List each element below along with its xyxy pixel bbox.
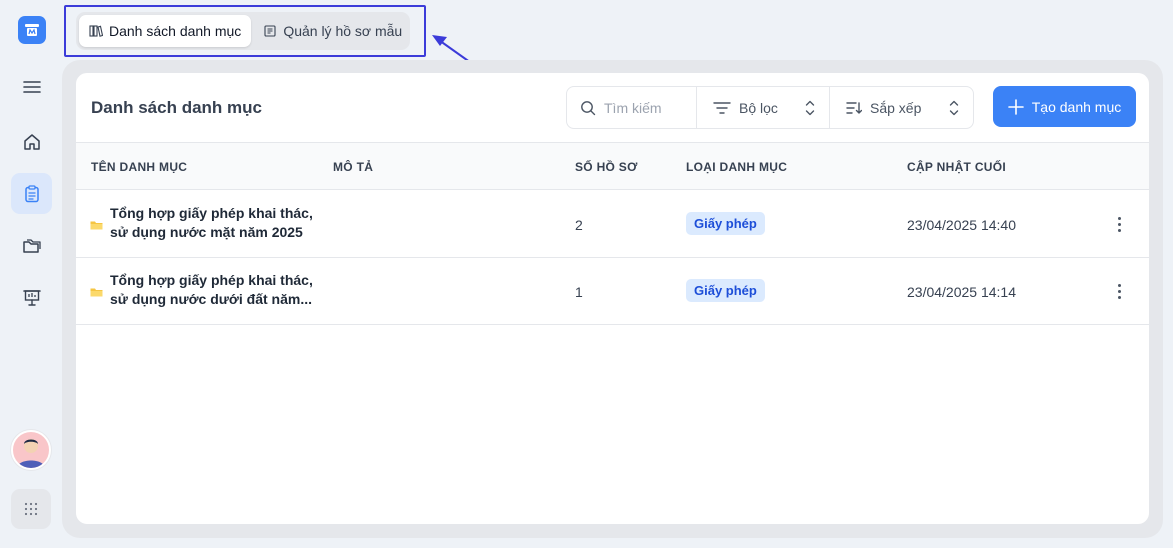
last-updated: 23/04/2025 14:14 [907, 284, 1016, 300]
table-row[interactable]: Tổng hợp giấy phép khai thác, sử dụng nư… [76, 258, 1149, 325]
category-panel: Danh sách danh mục Bộ lọc Sắp xếp [75, 72, 1150, 525]
sort-icon [846, 101, 862, 114]
apps-grid-button[interactable] [11, 489, 51, 529]
tab-bar: Danh sách danh mục Quản lý hồ sơ mẫu [76, 12, 410, 50]
plus-icon [1007, 98, 1024, 115]
tab-category-list[interactable]: Danh sách danh mục [79, 15, 252, 47]
row-more-button[interactable] [1112, 213, 1126, 235]
home-icon [23, 133, 40, 150]
sidebar-item-catalog[interactable] [11, 173, 52, 214]
left-sidebar [0, 0, 62, 548]
file-count: 1 [575, 284, 583, 300]
search-box[interactable] [567, 87, 697, 128]
folder-icon [90, 288, 103, 297]
sort-label: Sắp xếp [870, 99, 922, 116]
clipboard-icon [24, 184, 39, 202]
table-header: TÊN DANH MỤC MÔ TẢ SỐ HỒ SƠ LOẠI DANH MỤ… [76, 142, 1149, 190]
tab-label: Quản lý hồ sơ mẫu [283, 23, 403, 39]
app-logo[interactable] [18, 16, 46, 44]
tab-switcher-highlight: Danh sách danh mục Quản lý hồ sơ mẫu [64, 5, 426, 57]
page-title: Danh sách danh mục [91, 98, 262, 117]
column-header-name[interactable]: TÊN DANH MỤC [91, 160, 187, 174]
file-count: 2 [575, 217, 583, 233]
category-name: Tổng hợp giấy phép khai thác, sử dụng nư… [110, 205, 313, 240]
column-header-updated[interactable]: CẬP NHẬT CUỐI [907, 160, 1006, 174]
category-type-badge: Giấy phép [686, 279, 765, 302]
row-more-button[interactable] [1112, 280, 1126, 302]
sort-button[interactable]: Sắp xếp [830, 87, 973, 128]
table-row[interactable]: Tổng hợp giấy phép khai thác, sử dụng nư… [76, 191, 1149, 258]
sidebar-item-home[interactable] [11, 121, 52, 162]
column-header-count[interactable]: SỐ HỒ SƠ [575, 160, 638, 174]
search-icon [581, 100, 596, 115]
grid-dots-icon [24, 502, 38, 516]
logo-icon [25, 24, 39, 36]
category-type-badge: Giấy phép [686, 212, 765, 235]
filter-label: Bộ lọc [739, 99, 778, 116]
column-header-description[interactable]: MÔ TẢ [333, 160, 373, 174]
folders-icon [22, 238, 41, 253]
filter-button[interactable]: Bộ lọc [697, 87, 830, 128]
presentation-icon [22, 289, 41, 306]
last-updated: 23/04/2025 14:40 [907, 217, 1016, 233]
books-icon [89, 25, 103, 37]
chevron-up-down-icon [805, 100, 815, 116]
tab-template-management[interactable]: Quản lý hồ sơ mẫu [253, 15, 412, 47]
column-header-type[interactable]: LOẠI DANH MỤC [686, 160, 787, 174]
chevron-up-down-icon [949, 100, 959, 116]
search-input[interactable] [604, 99, 694, 116]
create-category-button[interactable]: Tạo danh mục [993, 86, 1136, 127]
document-icon [264, 25, 276, 37]
menu-button[interactable] [11, 66, 52, 107]
user-avatar-icon [17, 439, 45, 468]
filter-icon [713, 101, 731, 114]
category-name: Tổng hợp giấy phép khai thác, sử dụng nư… [110, 272, 313, 307]
sidebar-item-presentation[interactable] [11, 277, 52, 318]
menu-icon [22, 80, 41, 93]
create-label: Tạo danh mục [1031, 98, 1122, 115]
list-toolbar: Bộ lọc Sắp xếp [566, 86, 974, 129]
tab-label: Danh sách danh mục [109, 23, 242, 39]
avatar[interactable] [11, 430, 51, 470]
sidebar-item-folders[interactable] [11, 225, 52, 266]
folder-icon [90, 221, 103, 230]
